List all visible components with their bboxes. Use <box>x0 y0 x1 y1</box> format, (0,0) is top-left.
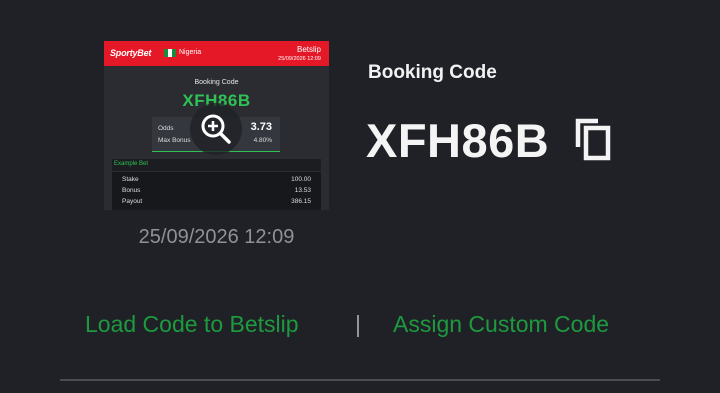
action-separator: | <box>355 311 361 337</box>
odds-label: Odds <box>158 125 174 132</box>
stake-value: 100.00 <box>291 176 311 183</box>
load-code-to-betslip-button[interactable]: Load Code to Betslip <box>85 311 299 338</box>
divider <box>60 379 660 381</box>
brand-logo: SportyBet <box>110 48 152 58</box>
odds-value: 3.73 <box>250 121 272 133</box>
zoom-in-icon[interactable] <box>190 103 242 155</box>
example-bet-label: Example Bet <box>114 161 149 167</box>
copy-icon[interactable] <box>574 117 614 163</box>
payout-value: 386.15 <box>291 198 311 205</box>
max-bonus-value: 4.80% <box>253 137 272 144</box>
thumbnail-code-label: Booking Code <box>194 79 239 86</box>
booking-code-value: XFH86B <box>366 114 550 167</box>
betslip-thumbnail[interactable]: SportyBet Nigeria Betslip 25/09/2026 12:… <box>104 41 329 210</box>
max-bonus-label: Max Bonus <box>158 137 191 144</box>
betslip-datetime: 25/09/2026 12:09 <box>278 56 321 62</box>
bonus-label: Bonus <box>122 187 141 194</box>
stake-label: Stake <box>122 176 139 183</box>
payout-label: Payout <box>122 198 143 205</box>
timestamp: 25/09/2026 12:09 <box>138 226 295 248</box>
betslip-title: Betslip <box>296 45 321 54</box>
thumbnail-header: SportyBet Nigeria Betslip 25/09/2026 12:… <box>104 41 329 66</box>
assign-custom-code-button[interactable]: Assign Custom Code <box>393 311 609 338</box>
nigeria-flag-icon <box>164 49 176 57</box>
country-label: Nigeria <box>179 49 202 56</box>
bonus-value: 13.53 <box>294 187 311 194</box>
stake-panel <box>112 172 321 210</box>
booking-code-label: Booking Code <box>368 62 497 83</box>
